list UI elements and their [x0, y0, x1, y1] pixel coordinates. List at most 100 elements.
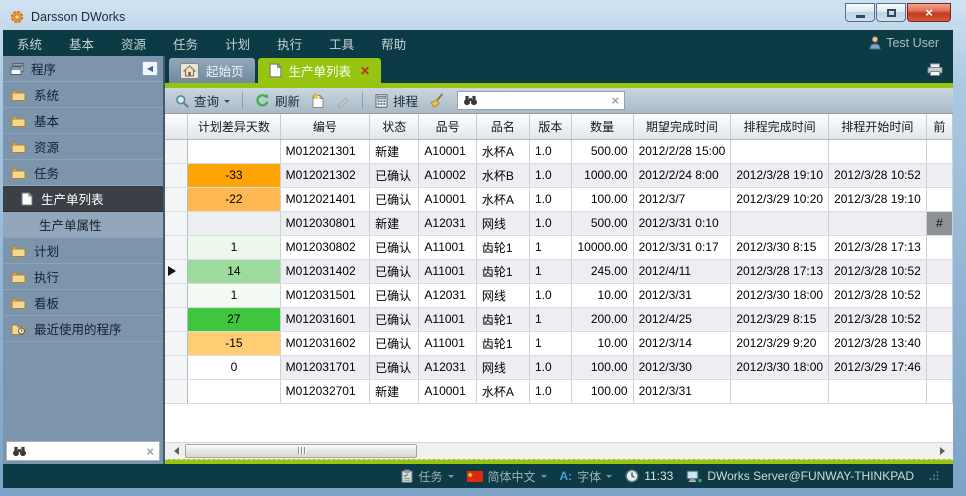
cell-extra[interactable] [926, 163, 952, 187]
row-selector[interactable] [165, 163, 188, 187]
row-selector[interactable] [165, 331, 188, 355]
cell-qty[interactable]: 100.00 [571, 187, 633, 211]
cell-sched_start[interactable] [829, 379, 927, 403]
cell-sched_finish[interactable]: 2012/3/29 8:15 [731, 307, 829, 331]
cell-sched_start[interactable]: 2012/3/28 10:52 [829, 259, 927, 283]
column-header-version[interactable]: 版本 [529, 114, 571, 139]
cell-diff[interactable]: 14 [188, 259, 280, 283]
cell-order_no[interactable]: M012030801 [280, 211, 370, 235]
cell-version[interactable]: 1 [529, 307, 571, 331]
language-dropdown[interactable]: 简体中文 [467, 468, 547, 485]
resize-grip-icon[interactable] [929, 469, 939, 483]
cell-item_name[interactable]: 齿轮1 [476, 259, 529, 283]
cell-diff[interactable]: -22 [188, 187, 280, 211]
cell-extra[interactable] [926, 307, 952, 331]
menu-item-0[interactable]: 系统 [17, 34, 42, 53]
cell-extra[interactable] [926, 187, 952, 211]
cell-diff[interactable]: 1 [188, 283, 280, 307]
cell-item_name[interactable]: 网线 [476, 283, 529, 307]
cell-order_no[interactable]: M012031602 [280, 331, 370, 355]
cell-sched_finish[interactable] [731, 139, 829, 163]
cell-item_name[interactable]: 齿轮1 [476, 331, 529, 355]
cell-qty[interactable]: 10.00 [571, 283, 633, 307]
cell-due_time[interactable]: 2012/3/31 0:17 [633, 235, 731, 259]
cell-version[interactable]: 1.0 [529, 139, 571, 163]
sidebar-item-8[interactable]: 看板 [3, 290, 163, 316]
cell-order_no[interactable]: M012031701 [280, 355, 370, 379]
query-button[interactable]: 查询 [172, 90, 233, 111]
sidebar-item-2[interactable]: 资源 [3, 134, 163, 160]
printer-icon[interactable] [927, 63, 943, 76]
cell-item_name[interactable]: 网线 [476, 211, 529, 235]
cell-version[interactable]: 1 [529, 331, 571, 355]
cell-item_no[interactable]: A11001 [419, 331, 476, 355]
toolbar-search-input[interactable] [483, 94, 606, 108]
cell-item_no[interactable]: A10002 [419, 163, 476, 187]
row-selector[interactable] [165, 379, 188, 403]
cell-version[interactable]: 1 [529, 235, 571, 259]
sidebar-search-clear-icon[interactable]: × [146, 445, 154, 458]
cell-extra[interactable] [926, 283, 952, 307]
cell-sched_finish[interactable]: 2012/3/28 17:13 [731, 259, 829, 283]
sidebar-item-7[interactable]: 执行 [3, 264, 163, 290]
cell-sched_start[interactable] [829, 139, 927, 163]
cell-diff[interactable]: -15 [188, 331, 280, 355]
cell-item_no[interactable]: A10001 [419, 139, 476, 163]
cell-sched_start[interactable]: 2012/3/28 17:13 [829, 235, 927, 259]
row-selector[interactable] [165, 283, 188, 307]
cell-extra[interactable] [926, 355, 952, 379]
cell-item_no[interactable]: A12031 [419, 355, 476, 379]
cell-due_time[interactable]: 2012/3/31 [633, 283, 731, 307]
task-dropdown[interactable]: 任务 [401, 468, 453, 485]
row-selector[interactable] [165, 235, 188, 259]
cell-version[interactable]: 1 [529, 259, 571, 283]
cell-extra[interactable] [926, 139, 952, 163]
cell-due_time[interactable]: 2012/3/31 0:10 [633, 211, 731, 235]
cell-item_name[interactable]: 齿轮1 [476, 307, 529, 331]
menu-item-5[interactable]: 执行 [277, 34, 302, 53]
cell-diff[interactable] [188, 211, 280, 235]
cell-version[interactable]: 1.0 [529, 283, 571, 307]
cell-qty[interactable]: 1000.00 [571, 163, 633, 187]
cell-sched_finish[interactable]: 2012/3/30 8:15 [731, 235, 829, 259]
sidebar-item-4[interactable]: 生产单列表 [3, 186, 163, 212]
cell-sched_finish[interactable] [731, 211, 829, 235]
cell-order_no[interactable]: M012031402 [280, 259, 370, 283]
cell-extra[interactable] [926, 379, 952, 403]
cell-status[interactable]: 已确认 [370, 307, 419, 331]
column-header-item_name[interactable]: 品名 [476, 114, 529, 139]
cell-item_no[interactable]: A10001 [419, 379, 476, 403]
cell-item_no[interactable]: A12031 [419, 283, 476, 307]
cell-sched_start[interactable]: 2012/3/28 10:52 [829, 163, 927, 187]
sidebar-item-0[interactable]: 系统 [3, 82, 163, 108]
cell-item_no[interactable]: A11001 [419, 259, 476, 283]
column-header-qty[interactable]: 数量 [571, 114, 633, 139]
cell-status[interactable]: 已确认 [370, 187, 419, 211]
cell-status[interactable]: 新建 [370, 379, 419, 403]
cell-extra[interactable]: # [926, 211, 952, 235]
close-button[interactable]: × [907, 3, 951, 22]
cell-version[interactable]: 1.0 [529, 355, 571, 379]
row-selector[interactable] [165, 211, 188, 235]
column-header-item_no[interactable]: 品号 [419, 114, 476, 139]
cell-status[interactable]: 新建 [370, 139, 419, 163]
cell-order_no[interactable]: M012021301 [280, 139, 370, 163]
cell-item_no[interactable]: A12031 [419, 211, 476, 235]
menu-item-3[interactable]: 任务 [173, 34, 198, 53]
column-header-sched_start[interactable]: 排程开始时间 [829, 114, 927, 139]
minimize-button[interactable] [845, 3, 875, 22]
cell-qty[interactable]: 245.00 [571, 259, 633, 283]
cell-due_time[interactable]: 2012/2/28 15:00 [633, 139, 731, 163]
cell-version[interactable]: 1.0 [529, 187, 571, 211]
cell-diff[interactable]: 27 [188, 307, 280, 331]
cell-order_no[interactable]: M012021401 [280, 187, 370, 211]
scrollbar-thumb[interactable] [185, 444, 417, 458]
cell-sched_finish[interactable]: 2012/3/29 10:20 [731, 187, 829, 211]
edit-button[interactable] [333, 93, 353, 109]
cell-diff[interactable] [188, 379, 280, 403]
row-selector[interactable] [165, 139, 188, 163]
cell-sched_start[interactable]: 2012/3/28 10:52 [829, 307, 927, 331]
row-selector[interactable] [165, 187, 188, 211]
menu-item-4[interactable]: 计划 [225, 34, 250, 53]
scroll-right-button[interactable] [936, 444, 952, 459]
